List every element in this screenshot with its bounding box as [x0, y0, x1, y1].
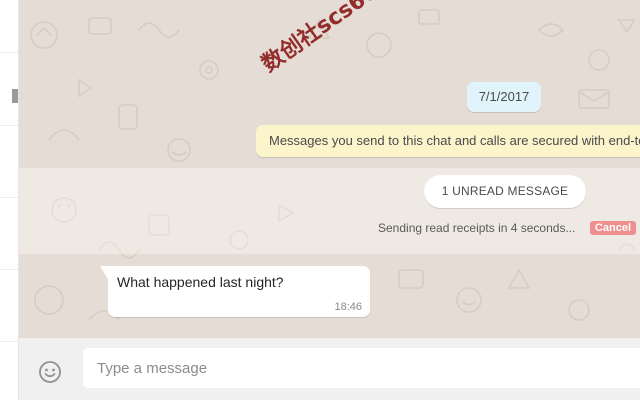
- incoming-message-bubble[interactable]: What happened last night? 18:46: [100, 266, 370, 317]
- chat-list-divider: [0, 269, 18, 270]
- cancel-read-receipts-button[interactable]: Cancel: [589, 220, 636, 235]
- encryption-notice[interactable]: Messages you send to this chat and calls…: [256, 125, 640, 157]
- chat-list-divider: [0, 125, 18, 126]
- chat-list-divider: [0, 341, 18, 342]
- chat-list-divider: [0, 52, 18, 53]
- smiley-icon[interactable]: [38, 360, 62, 384]
- message-timestamp: 18:46: [334, 301, 362, 313]
- date-divider: 7/1/2017: [467, 82, 541, 112]
- chat-list-panel: [0, 0, 19, 400]
- message-composer: [19, 338, 640, 400]
- bubble-tail-icon: [100, 266, 108, 279]
- chat-list-indicator: [12, 89, 18, 103]
- read-receipts-notice: Sending read receipts in 4 seconds... Ca…: [378, 219, 636, 237]
- message-text: What happened last night?: [117, 274, 284, 290]
- message-input[interactable]: [83, 348, 640, 388]
- unread-messages-badge: 1 UNREAD MESSAGE: [424, 175, 586, 208]
- conversation-panel[interactable]: 7/1/2017 Messages you send to this chat …: [19, 0, 640, 338]
- read-receipts-text: Sending read receipts in 4 seconds...: [378, 221, 576, 235]
- chat-list-divider: [0, 197, 18, 198]
